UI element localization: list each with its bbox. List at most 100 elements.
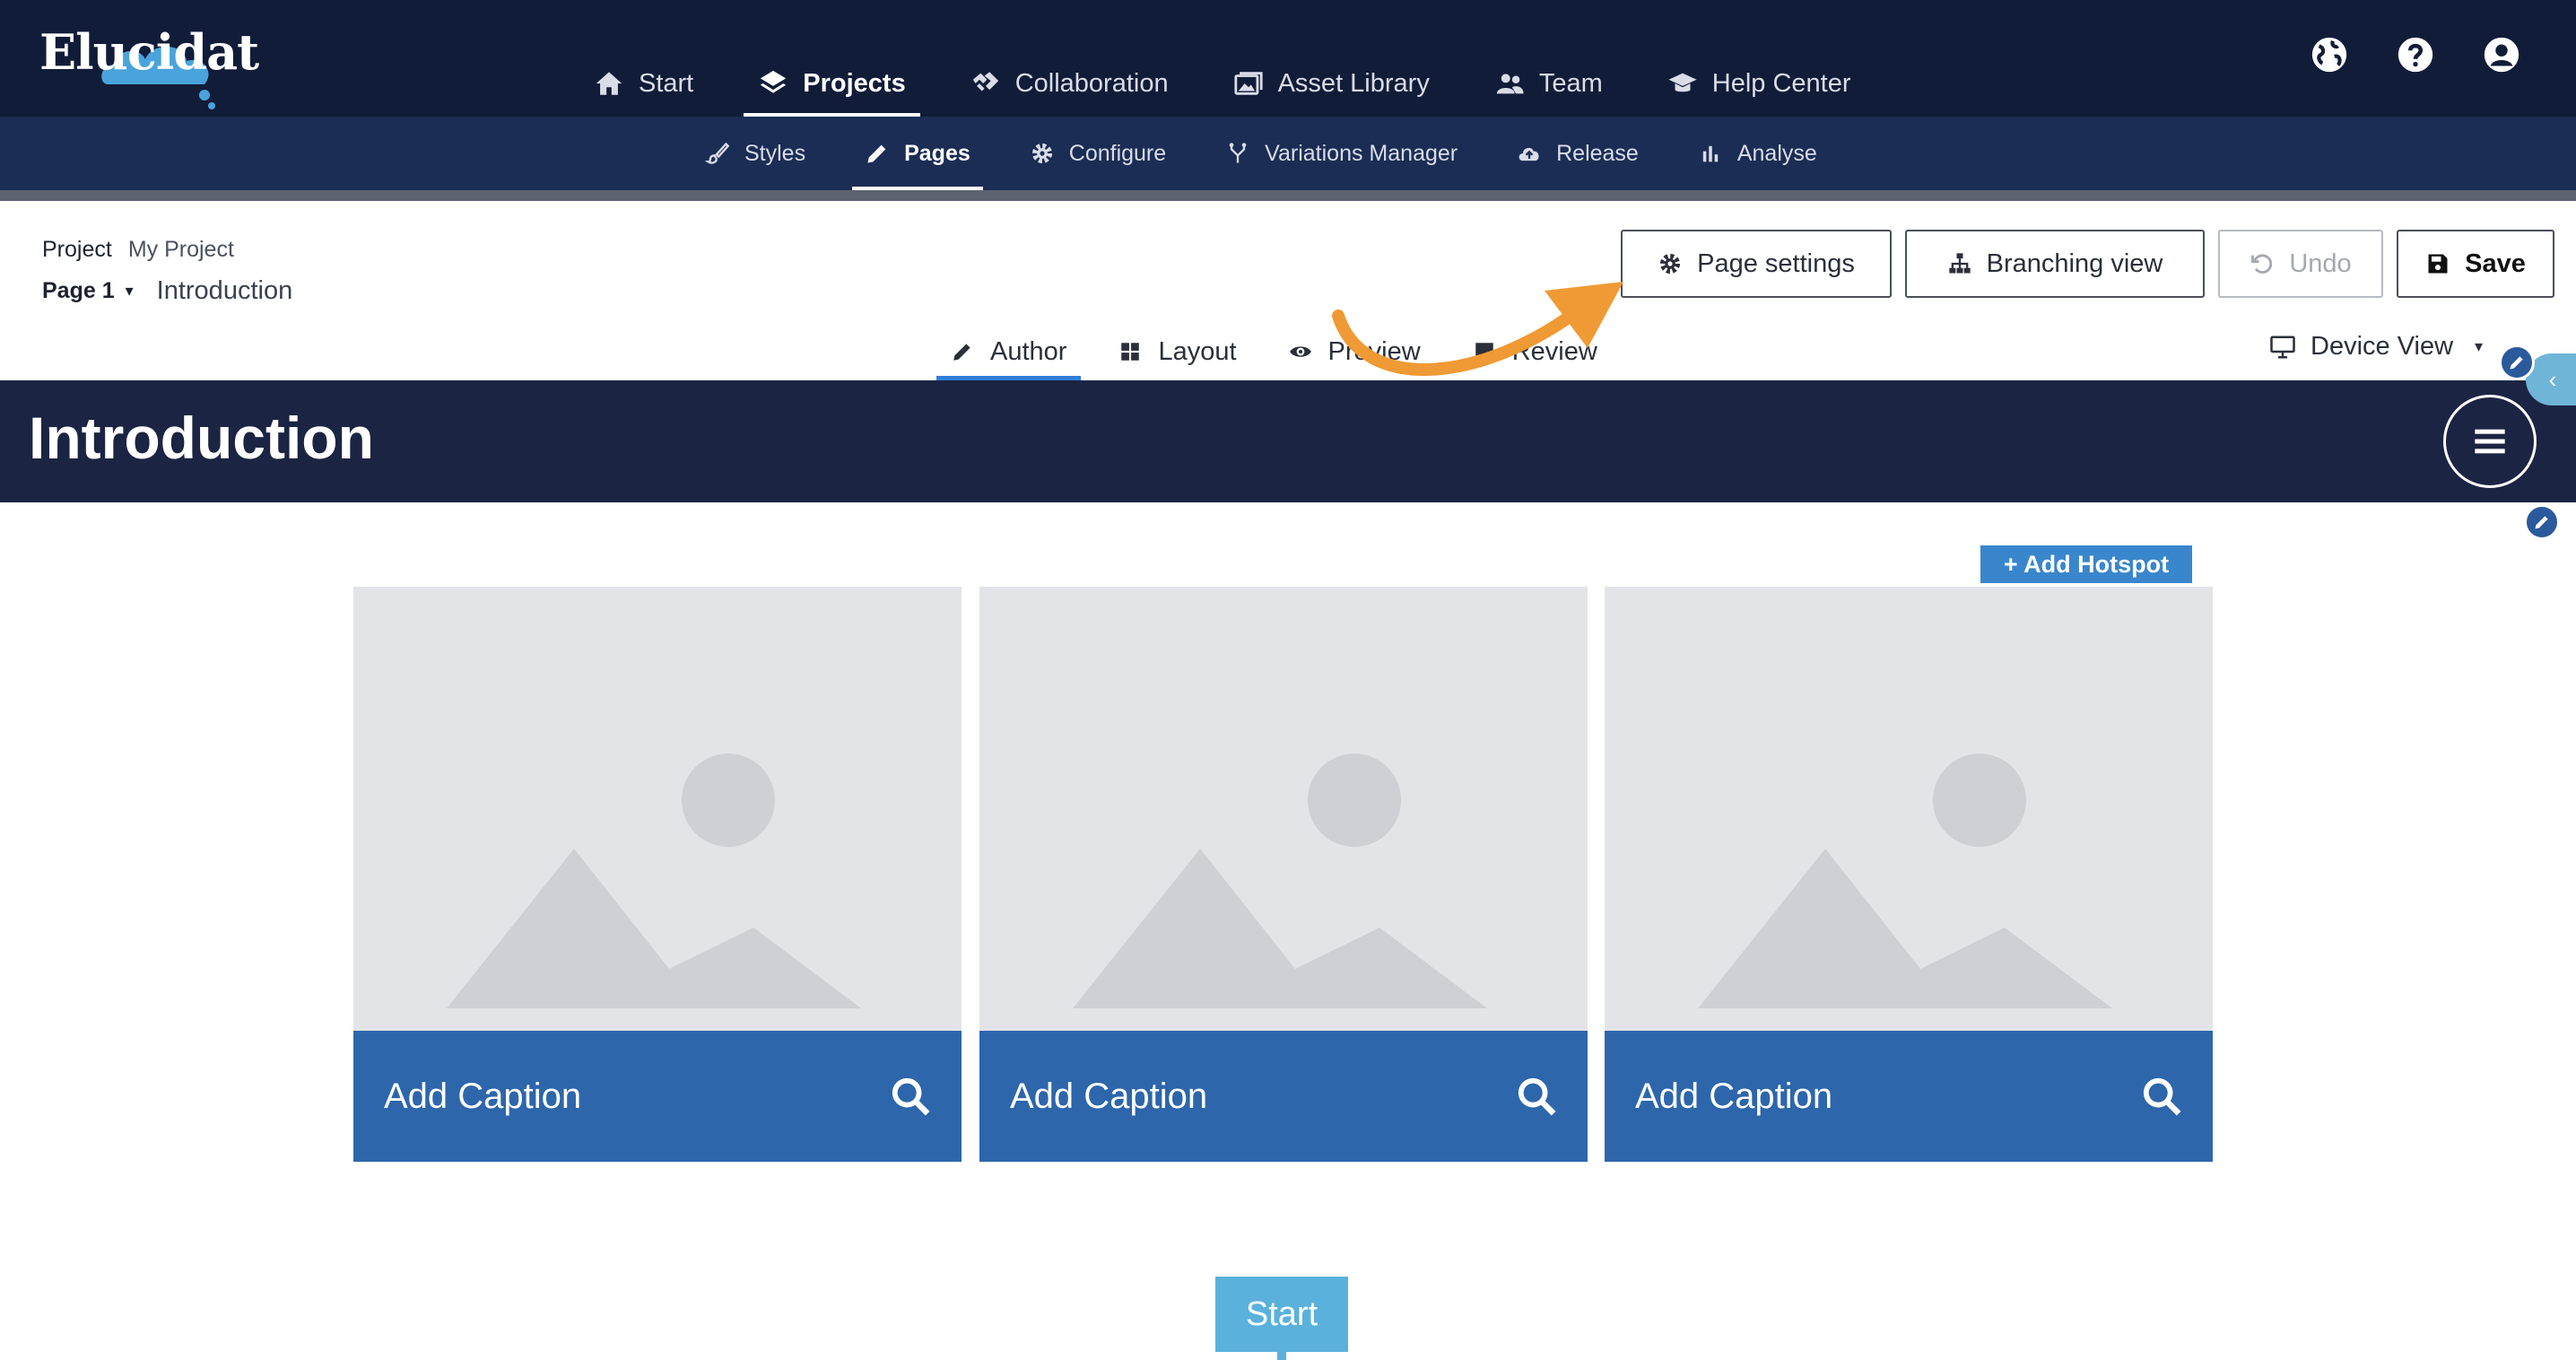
elucidat-logo[interactable]: Elucidat bbox=[39, 23, 259, 109]
cloud-upload-icon bbox=[1519, 147, 1539, 161]
nav-start[interactable]: Start bbox=[574, 52, 713, 115]
subnav-release-label: Release bbox=[1556, 140, 1639, 166]
tab-author[interactable]: Author bbox=[936, 325, 1082, 380]
subnav-styles[interactable]: Styles bbox=[689, 117, 822, 190]
nav-projects[interactable]: Projects bbox=[738, 52, 925, 117]
subnav-analyse-label: Analyse bbox=[1736, 140, 1817, 166]
images-icon bbox=[1234, 72, 1263, 95]
subnav-configure[interactable]: Configure bbox=[1014, 117, 1182, 190]
caret-down-icon[interactable]: ▾ bbox=[126, 282, 134, 301]
nav-asset-library[interactable]: Asset Library bbox=[1214, 52, 1449, 115]
save-button[interactable]: Save bbox=[2397, 230, 2554, 298]
page-settings-label: Page settings bbox=[1697, 248, 1855, 278]
project-sub-navigation: Styles Pages Configure Variations Manage… bbox=[689, 117, 1860, 190]
grid-icon bbox=[1121, 343, 1140, 361]
image-placeholder[interactable] bbox=[353, 587, 962, 1031]
top-right-icons bbox=[2309, 34, 2522, 75]
nav-help-center[interactable]: Help Center bbox=[1648, 52, 1871, 115]
tab-layout[interactable]: Layout bbox=[1104, 325, 1250, 379]
caption-text[interactable]: Add Caption bbox=[1635, 1077, 1832, 1117]
subnav-analyse[interactable]: Analyse bbox=[1682, 117, 1833, 190]
monitor-icon bbox=[2270, 336, 2295, 358]
gear-icon bbox=[1031, 143, 1052, 164]
bar-chart-icon bbox=[1702, 145, 1719, 162]
nav-team-label: Team bbox=[1538, 68, 1603, 98]
logo-text: Elucidat bbox=[39, 23, 259, 81]
page-title[interactable]: Introduction bbox=[29, 404, 374, 472]
subnav-pages-label: Pages bbox=[904, 140, 970, 166]
handshake-icon bbox=[972, 72, 998, 92]
undo-button[interactable]: Undo bbox=[2218, 230, 2383, 298]
image-placeholder[interactable] bbox=[1605, 587, 2213, 1031]
tab-layout-label: Layout bbox=[1158, 336, 1237, 366]
subnav-release[interactable]: Release bbox=[1501, 117, 1655, 190]
branching-view-button[interactable]: Branching view bbox=[1905, 230, 2205, 298]
add-hotspot-button[interactable]: + Add Hotspot bbox=[1980, 545, 2192, 583]
device-view-label: Device View bbox=[2311, 332, 2454, 361]
caption-bar: Add Caption bbox=[979, 1031, 1588, 1162]
caption-text[interactable]: Add Caption bbox=[384, 1077, 581, 1117]
subnav-configure-label: Configure bbox=[1068, 140, 1167, 166]
device-view-dropdown[interactable]: Device View ▾ bbox=[2269, 332, 2483, 362]
caret-down-icon: ▾ bbox=[2475, 337, 2484, 355]
menu-icon bbox=[2475, 429, 2505, 454]
globe-icon[interactable] bbox=[2309, 34, 2350, 75]
hotspot-card[interactable]: Add Caption bbox=[1605, 587, 2213, 1162]
nav-asset-library-label: Asset Library bbox=[1277, 68, 1430, 98]
subnav-styles-label: Styles bbox=[744, 140, 806, 166]
users-icon bbox=[1496, 74, 1524, 94]
image-placeholder[interactable] bbox=[979, 587, 1588, 1031]
caption-text[interactable]: Add Caption bbox=[1010, 1077, 1207, 1117]
tab-preview[interactable]: Preview bbox=[1275, 325, 1435, 379]
page-name: Introduction bbox=[156, 276, 293, 305]
tab-author-label: Author bbox=[990, 336, 1067, 366]
edit-content-button[interactable] bbox=[2524, 504, 2560, 540]
pencil-icon bbox=[867, 144, 886, 163]
image-placeholder-icon bbox=[1698, 754, 2112, 1008]
account-icon[interactable] bbox=[2481, 34, 2522, 75]
nav-collaboration[interactable]: Collaboration bbox=[951, 52, 1188, 115]
save-label: Save bbox=[2465, 248, 2526, 278]
subnav-variations-manager[interactable]: Variations Manager bbox=[1209, 117, 1474, 190]
search-icon[interactable] bbox=[2141, 1076, 2182, 1117]
floppy-disk-icon bbox=[2428, 254, 2448, 274]
comment-icon bbox=[1475, 343, 1493, 361]
subnav-variations-manager-label: Variations Manager bbox=[1265, 140, 1458, 166]
hamburger-menu-button[interactable] bbox=[2443, 395, 2537, 488]
layers-icon bbox=[761, 70, 787, 93]
brush-icon bbox=[705, 142, 730, 164]
eye-icon bbox=[1289, 346, 1311, 357]
project-breadcrumb: Project My Project bbox=[42, 237, 234, 263]
tab-preview-label: Preview bbox=[1327, 336, 1421, 366]
undo-label: Undo bbox=[2289, 248, 2352, 278]
hotspot-card[interactable]: Add Caption bbox=[979, 587, 1588, 1162]
image-placeholder-icon bbox=[1073, 754, 1487, 1008]
nav-team[interactable]: Team bbox=[1475, 52, 1623, 115]
pencil-icon bbox=[2535, 516, 2548, 529]
pencil-icon bbox=[2510, 356, 2523, 370]
subnav-pages[interactable]: Pages bbox=[849, 117, 987, 190]
nav-collaboration-label: Collaboration bbox=[1014, 68, 1169, 98]
nav-projects-label: Projects bbox=[803, 68, 906, 98]
hotspot-card[interactable]: Add Caption bbox=[353, 587, 962, 1162]
help-icon[interactable] bbox=[2395, 34, 2436, 75]
main-navigation: Start Projects Collaboration Asset Libra… bbox=[574, 52, 1896, 117]
nav-help-center-label: Help Center bbox=[1711, 68, 1851, 98]
tab-review[interactable]: Review bbox=[1458, 325, 1612, 379]
page-settings-button[interactable]: Page settings bbox=[1621, 230, 1892, 298]
search-icon[interactable] bbox=[1516, 1076, 1557, 1117]
project-name[interactable]: My Project bbox=[128, 237, 234, 262]
gear-icon bbox=[1660, 253, 1681, 275]
project-label: Project bbox=[42, 237, 112, 262]
nav-start-label: Start bbox=[639, 68, 694, 98]
page-selector[interactable]: Page 1 bbox=[42, 278, 115, 304]
page-title-bar bbox=[0, 380, 2576, 502]
branching-view-label: Branching view bbox=[1986, 248, 2163, 278]
search-icon[interactable] bbox=[890, 1076, 931, 1117]
page-selector-row: Page 1 ▾ Introduction bbox=[42, 276, 292, 306]
caption-bar: Add Caption bbox=[353, 1031, 962, 1162]
tab-review-label: Review bbox=[1511, 336, 1597, 366]
edit-title-bar-button[interactable] bbox=[2499, 344, 2535, 380]
start-button[interactable]: Start bbox=[1215, 1277, 1348, 1352]
image-placeholder-icon bbox=[447, 754, 861, 1008]
